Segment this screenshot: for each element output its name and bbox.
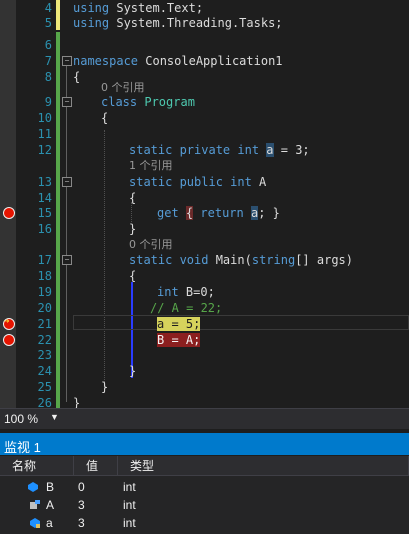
line-number: 5 [44, 16, 52, 30]
table-row[interactable]: B 0 int [0, 478, 409, 496]
code-line-10: { [101, 111, 109, 125]
code-line-15: get { return a; } [157, 206, 280, 220]
code-line-14: { [129, 191, 137, 205]
watch-value[interactable]: 3 [78, 514, 85, 532]
code-line-8: { [73, 70, 81, 84]
column-header-value[interactable]: 值 [74, 456, 118, 476]
line-number: 14 [37, 191, 52, 205]
collapse-icon[interactable]: − [62, 255, 72, 265]
column-header-type[interactable]: 类型 [118, 456, 409, 476]
watch-name: a [46, 516, 53, 530]
fold-guide [66, 66, 67, 402]
watch-type: int [123, 480, 136, 494]
breakpoint-highlight: B = A; [157, 333, 201, 347]
line-number: 15 [37, 206, 52, 220]
field-private-icon [30, 518, 40, 528]
code-line-7: namespace ConsoleApplication1 [73, 54, 283, 68]
watch-value[interactable]: 3 [78, 496, 85, 514]
codelens-references[interactable]: 1 个引用 [129, 158, 173, 174]
watch-window-title: 监视 1 [0, 433, 409, 455]
line-number: 16 [37, 222, 52, 236]
code-line-9: class Program [101, 95, 195, 109]
code-line-20: // A = 22; [150, 301, 223, 315]
line-number: 8 [44, 70, 52, 84]
collapse-icon[interactable]: − [62, 177, 72, 187]
breakpoint-execution-arrow-icon[interactable] [3, 317, 15, 330]
code-line-26: } [73, 396, 81, 408]
line-number: 6 [44, 38, 52, 52]
line-number: 7 [44, 54, 52, 68]
execution-highlight: a = 5; [157, 317, 201, 331]
watch-table[interactable]: 名称 值 类型 B 0 int A 3 int a 3 int [0, 456, 409, 534]
code-line-22: B = A; [157, 332, 201, 348]
line-number: 10 [37, 111, 52, 125]
column-header-name[interactable]: 名称 [0, 456, 74, 476]
line-number: 24 [37, 364, 52, 378]
collapse-icon[interactable]: − [62, 56, 72, 66]
zoom-bar: 100 % ▼ [0, 408, 409, 429]
change-indicator-saved [56, 0, 60, 30]
watch-type: int [123, 516, 136, 530]
field-icon [28, 482, 38, 492]
chevron-down-icon[interactable]: ▼ [50, 412, 59, 422]
line-number: 26 [37, 396, 52, 408]
code-line-17: static void Main(string[] args) [129, 253, 353, 267]
line-number: 11 [37, 127, 52, 141]
watch-value[interactable]: 0 [78, 478, 85, 496]
line-number: 20 [37, 301, 52, 315]
code-editor[interactable]: 4 5 6 7 8 9 10 11 12 13 14 15 16 17 18 1… [0, 0, 409, 408]
line-number: 21 [37, 317, 52, 331]
code-line-13: static public int A [129, 175, 267, 189]
line-number: 4 [44, 1, 52, 15]
line-number: 17 [37, 253, 52, 267]
line-number: 23 [37, 348, 52, 362]
line-number: 13 [37, 175, 52, 189]
watch-name: B [46, 480, 55, 494]
watch-name: A [46, 498, 55, 512]
property-icon [30, 500, 40, 509]
code-line-19: int B=0; [157, 285, 215, 299]
line-number: 22 [37, 333, 52, 347]
breakpoint-icon[interactable] [3, 207, 15, 219]
zoom-level[interactable]: 100 % [4, 412, 38, 426]
code-line-24: } [129, 364, 137, 378]
watch-title-label: 监视 1 [4, 440, 41, 455]
watch-type: int [123, 498, 136, 512]
change-indicator [56, 32, 60, 408]
code-line-18: { [129, 269, 137, 283]
indent-guide [104, 130, 106, 388]
code-line-25: } [101, 380, 109, 394]
code-line-4: using System.Text; [73, 1, 204, 15]
line-number: 12 [37, 143, 52, 157]
collapse-icon[interactable]: − [62, 97, 72, 107]
line-number: 25 [37, 380, 52, 394]
code-line-16: } [129, 222, 137, 236]
line-number: 18 [37, 269, 52, 283]
code-line-12: static private int a = 3; [129, 143, 310, 157]
line-number: 19 [37, 285, 52, 299]
line-number: 9 [44, 95, 52, 109]
table-row[interactable]: A 3 int [0, 496, 409, 514]
table-row[interactable]: a 3 int [0, 514, 409, 532]
codelens-references[interactable]: 0 个引用 [129, 237, 173, 253]
breakpoint-icon[interactable] [3, 334, 15, 346]
code-line-21: a = 5; [157, 316, 201, 332]
code-line-5: using System.Threading.Tasks; [73, 16, 283, 30]
current-line-frame [73, 315, 409, 330]
breakpoint-margin[interactable] [0, 0, 16, 408]
